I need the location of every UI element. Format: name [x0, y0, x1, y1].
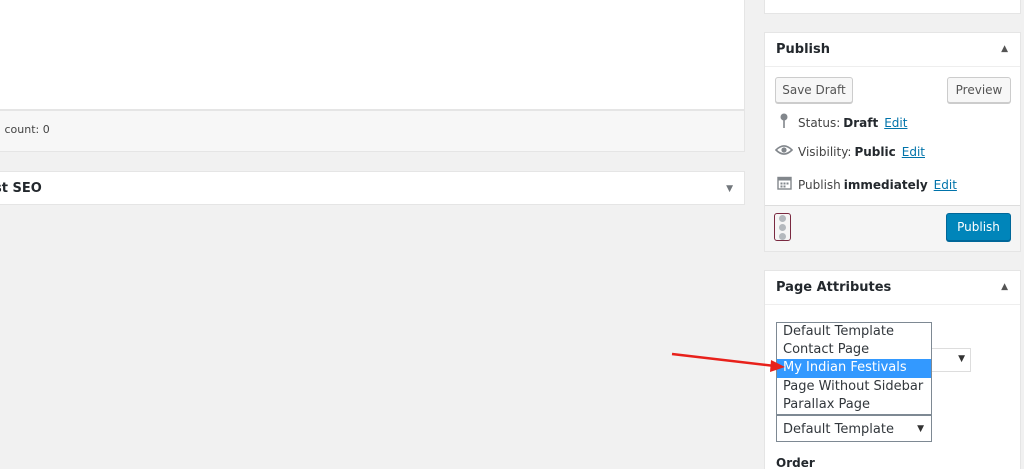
template-dropdown-list[interactable]: Default Template Contact Page My Indian …	[776, 322, 932, 415]
schedule-value: immediately	[843, 177, 928, 192]
preview-button[interactable]: Preview	[947, 77, 1011, 103]
word-count: d count: 0	[0, 123, 50, 136]
seo-metabox: st SEO ▼	[0, 171, 745, 205]
pin-icon	[775, 113, 793, 133]
eye-icon	[774, 144, 794, 160]
triangle-up-icon[interactable]: ▲	[1001, 282, 1008, 292]
template-select[interactable]: Default Template ▼	[776, 415, 932, 442]
chevron-down-icon: ▼	[958, 354, 965, 364]
visibility-value: Public	[854, 145, 896, 159]
page-attributes-header[interactable]: Page Attributes ▲	[765, 271, 1020, 305]
page-attributes-title: Page Attributes	[776, 280, 892, 295]
template-option[interactable]: Default Template	[777, 323, 931, 341]
visibility-label: Visibility:	[798, 145, 852, 159]
status-edit-link[interactable]: Edit	[884, 116, 907, 130]
template-option[interactable]: Page Without Sidebar	[777, 378, 931, 396]
content-editor[interactable]	[0, 0, 745, 110]
chevron-down-icon: ▼	[917, 424, 924, 434]
status-value: Draft	[843, 116, 879, 130]
order-label: Order	[776, 456, 815, 469]
triangle-down-icon[interactable]: ▼	[726, 184, 733, 194]
visibility-row: Visibility: Public Edit	[774, 144, 925, 160]
publish-actions: Publish	[765, 205, 1020, 251]
schedule-edit-link[interactable]: Edit	[934, 178, 957, 192]
publish-metabox-header[interactable]: Publish ▲	[765, 33, 1020, 67]
status-label: Status:	[798, 116, 841, 130]
template-option[interactable]: Contact Page	[777, 341, 931, 359]
schedule-label: Publish	[798, 177, 841, 192]
publish-button[interactable]: Publish	[946, 213, 1011, 241]
drag-handle-icon[interactable]	[774, 213, 791, 241]
status-row: Status: Draft Edit	[775, 113, 907, 133]
editor-status-bar: d count: 0	[0, 110, 745, 152]
seo-metabox-title: st SEO	[0, 181, 42, 196]
schedule-row: Publish immediately Edit	[775, 175, 957, 194]
metabox-top-fragment	[764, 0, 1021, 14]
template-option-highlighted[interactable]: My Indian Festivals	[777, 359, 931, 378]
template-option[interactable]: Parallax Page	[777, 396, 931, 414]
triangle-up-icon[interactable]: ▲	[1001, 44, 1008, 54]
calendar-icon	[775, 175, 793, 194]
publish-metabox: Publish ▲ Save Draft Preview Status: Dra…	[764, 32, 1021, 252]
template-select-value: Default Template	[783, 422, 894, 437]
publish-metabox-title: Publish	[776, 42, 830, 57]
visibility-edit-link[interactable]: Edit	[902, 145, 925, 159]
save-draft-button[interactable]: Save Draft	[775, 77, 853, 103]
